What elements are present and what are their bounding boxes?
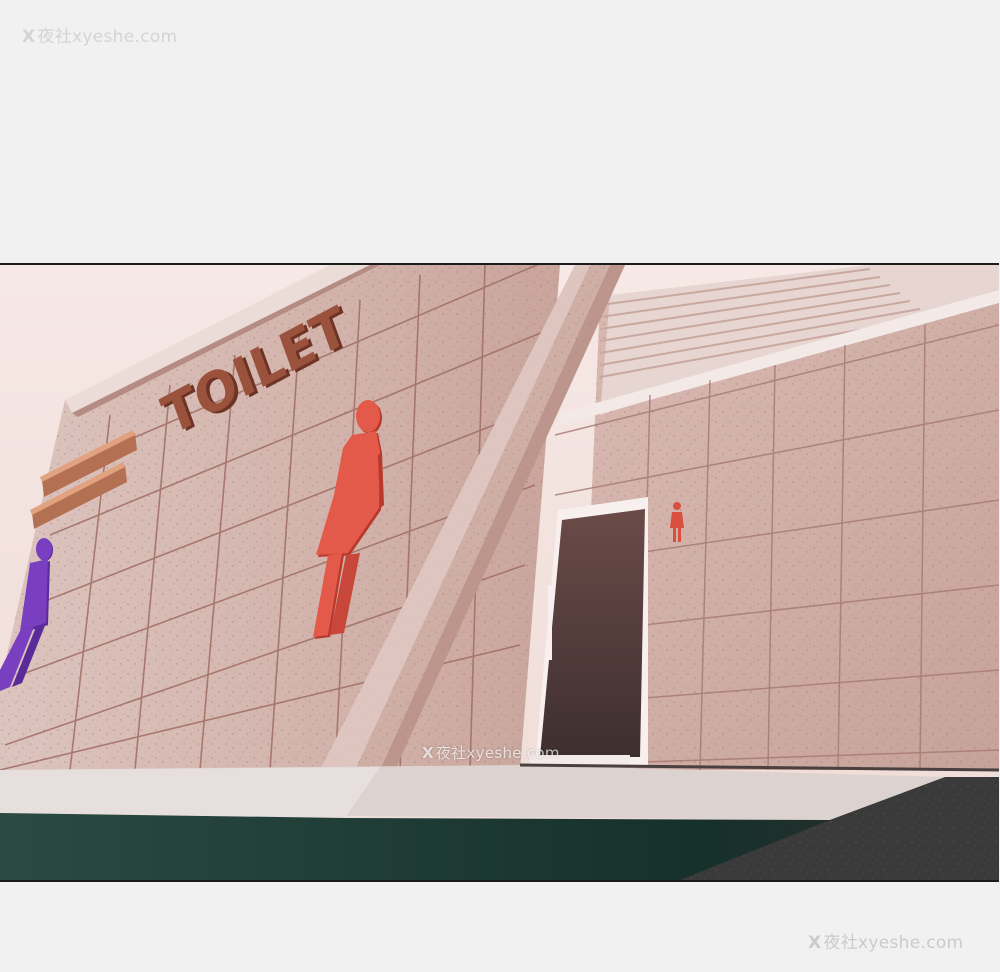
watermark-top: X 夜社xyeshe.com xyxy=(22,27,178,47)
restroom-building-illustration: TOILET TOILET xyxy=(0,265,999,880)
watermark-middle: X 夜社xyeshe.com xyxy=(422,744,560,762)
watermark-bottom: X 夜社xyeshe.com xyxy=(808,933,964,953)
comic-panel: TOILET TOILET X 夜社xyeshe.com xyxy=(0,263,999,882)
